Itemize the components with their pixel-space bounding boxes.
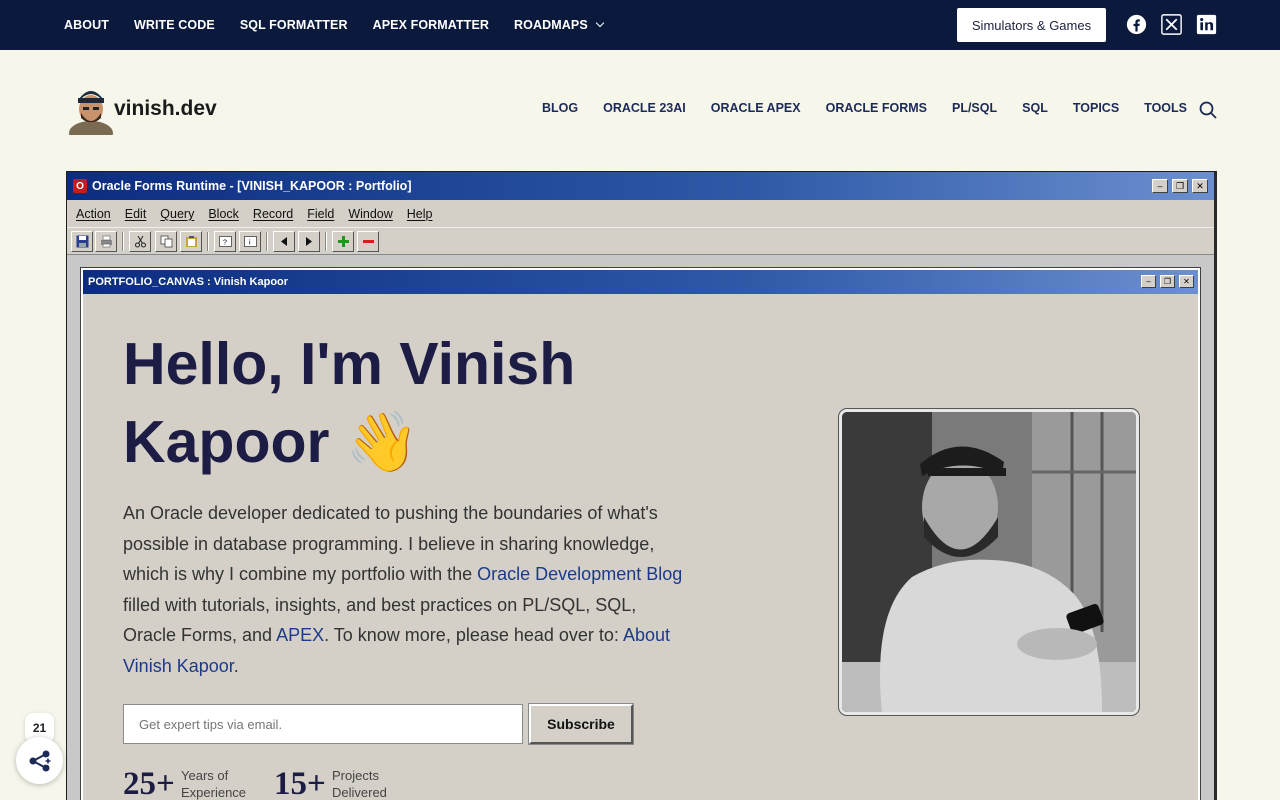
hero-title-line1: Hello, I'm Vinish: [123, 331, 576, 397]
menu-help[interactable]: Help: [407, 207, 433, 221]
top-nav-sql-formatter[interactable]: SQL FORMATTER: [240, 18, 348, 32]
share-button[interactable]: [16, 737, 63, 784]
hero-title-line2: Kapoor: [123, 409, 330, 475]
profile-photo-image: [842, 412, 1136, 712]
print-icon[interactable]: [95, 231, 117, 252]
waving-hand-icon: 👋: [345, 409, 420, 475]
email-input[interactable]: [123, 704, 523, 744]
stat-experience-value: 25+: [123, 766, 175, 800]
chevron-down-icon: [595, 18, 605, 28]
menu-block[interactable]: Block: [208, 207, 239, 221]
forms-title-bar: O Oracle Forms Runtime - [VINISH_KAPOOR …: [67, 172, 1214, 200]
help-icon[interactable]: ?: [214, 231, 236, 252]
insert-record-icon[interactable]: [332, 231, 354, 252]
menu-window[interactable]: Window: [348, 207, 392, 221]
delete-record-icon[interactable]: [357, 231, 379, 252]
svg-text:?: ?: [223, 240, 227, 247]
stat-projects-label-2: Delivered: [332, 785, 387, 800]
nav-blog[interactable]: BLOG: [542, 101, 578, 115]
toolbar-separator: [266, 232, 268, 251]
apex-link[interactable]: APEX: [276, 625, 324, 645]
cut-icon[interactable]: [129, 231, 151, 252]
simulators-games-button[interactable]: Simulators & Games: [957, 8, 1106, 42]
toolbar-separator: [122, 232, 124, 251]
top-bar: ABOUT WRITE CODE SQL FORMATTER APEX FORM…: [0, 0, 1280, 50]
top-nav-about[interactable]: ABOUT: [64, 18, 109, 32]
top-nav-roadmaps-label: ROADMAPS: [514, 18, 588, 32]
canvas-minimize-icon[interactable]: –: [1141, 275, 1156, 288]
canvas-title-bar: PORTFOLIO_CANVAS : Vinish Kapoor – ❐ ✕: [83, 270, 1198, 294]
top-nav-write-code[interactable]: WRITE CODE: [134, 18, 215, 32]
previous-record-icon[interactable]: [273, 231, 295, 252]
nav-sql[interactable]: SQL: [1022, 101, 1048, 115]
stat-projects-value: 15+: [274, 766, 326, 800]
canvas-restore-icon[interactable]: ❐: [1160, 275, 1175, 288]
paste-icon[interactable]: [180, 231, 202, 252]
main-nav: BLOG ORACLE 23AI ORACLE APEX ORACLE FORM…: [542, 101, 1212, 115]
stat-experience-label-1: Years of: [181, 768, 229, 783]
info-icon[interactable]: i: [239, 231, 261, 252]
hero-description: An Oracle developer dedicated to pushing…: [123, 498, 693, 681]
minimize-icon[interactable]: –: [1152, 179, 1168, 193]
toolbar-separator: [207, 232, 209, 251]
site-name[interactable]: vinish.dev: [114, 97, 217, 121]
toolbar-separator: [325, 232, 327, 251]
nav-plsql[interactable]: PL/SQL: [952, 101, 997, 115]
x-icon[interactable]: [1161, 14, 1182, 35]
stat-experience-label-2: Experience: [181, 785, 247, 800]
facebook-icon[interactable]: [1126, 14, 1147, 35]
forms-menubar: Action Edit Query Block Record Field Win…: [67, 200, 1214, 227]
search-icon[interactable]: [1199, 101, 1217, 119]
menu-record[interactable]: Record: [253, 207, 293, 221]
hero-text-part4: .: [233, 655, 239, 676]
stat-projects-label-1: Projects: [332, 768, 379, 783]
menu-field[interactable]: Field: [307, 207, 334, 221]
top-nav-apex-formatter[interactable]: APEX FORMATTER: [373, 18, 489, 32]
canvas-close-icon[interactable]: ✕: [1179, 275, 1194, 288]
nav-oracle-forms[interactable]: ORACLE FORMS: [826, 101, 927, 115]
oracle-forms-window: O Oracle Forms Runtime - [VINISH_KAPOOR …: [66, 171, 1217, 800]
portfolio-canvas: PORTFOLIO_CANVAS : Vinish Kapoor – ❐ ✕ H…: [80, 267, 1201, 800]
hero-text-part3: . To know more, please head over to:: [324, 625, 623, 645]
top-nav-roadmaps[interactable]: ROADMAPS: [514, 18, 605, 32]
next-record-icon[interactable]: [298, 231, 320, 252]
profile-photo: [838, 408, 1140, 716]
save-icon[interactable]: [71, 231, 93, 252]
nav-tools[interactable]: TOOLS: [1144, 101, 1187, 115]
menu-action[interactable]: Action: [76, 207, 111, 221]
menu-edit[interactable]: Edit: [125, 207, 147, 221]
hero-title: Hello, I'm Vinish Kapoor 👋: [123, 325, 723, 481]
linkedin-icon[interactable]: [1196, 14, 1217, 35]
close-icon[interactable]: ✕: [1192, 179, 1208, 193]
forms-toolbar: ? i: [67, 227, 1214, 255]
share-icon: [29, 750, 52, 771]
nav-topics[interactable]: TOPICS: [1073, 101, 1119, 115]
forms-window-title: Oracle Forms Runtime - [VINISH_KAPOOR : …: [92, 179, 412, 193]
subscribe-button[interactable]: Subscribe: [528, 703, 634, 745]
restore-icon[interactable]: ❐: [1172, 179, 1188, 193]
copy-icon[interactable]: [155, 231, 177, 252]
site-logo-avatar[interactable]: [68, 85, 114, 135]
oracle-development-blog-link[interactable]: Oracle Development Blog: [477, 564, 682, 584]
nav-oracle-23ai[interactable]: ORACLE 23AI: [603, 101, 686, 115]
stat-projects-label: Projects Delivered: [332, 767, 387, 800]
menu-query[interactable]: Query: [160, 207, 194, 221]
oracle-app-icon: O: [73, 179, 87, 193]
top-nav: ABOUT WRITE CODE SQL FORMATTER APEX FORM…: [64, 0, 628, 50]
stat-experience-label: Years of Experience: [181, 767, 246, 800]
nav-oracle-apex[interactable]: ORACLE APEX: [711, 101, 801, 115]
canvas-title: PORTFOLIO_CANVAS : Vinish Kapoor: [88, 276, 289, 288]
